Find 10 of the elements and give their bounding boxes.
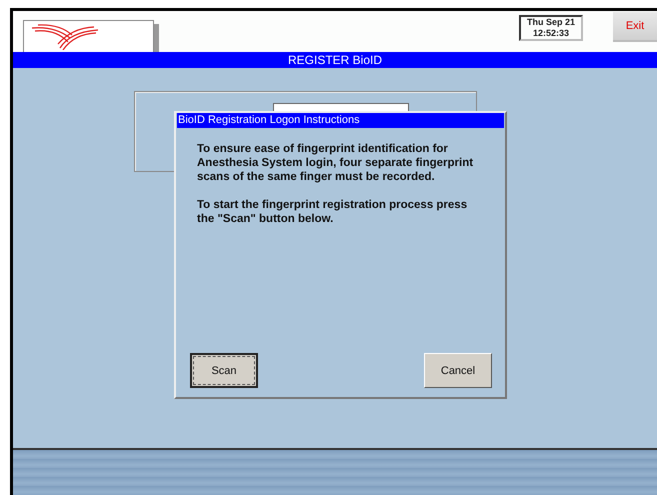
date-text: Thu Sep 21 — [526, 17, 575, 28]
swoosh-logo-icon — [30, 24, 100, 50]
screen-title: REGISTER BioID — [288, 53, 382, 67]
exit-button[interactable]: Exit — [613, 12, 657, 40]
dialog-title: BioID Registration Logon Instructions — [177, 113, 504, 128]
instruction-text: To start the fingerprint registration process press the "Scan" button below. — [197, 198, 468, 226]
scan-button[interactable]: Scan — [190, 353, 258, 388]
cancel-button[interactable]: Cancel — [424, 353, 492, 388]
instruction-text: To ensure ease of fingerprint identification for Anesthesia System login, four separate fingerprint scans of the same finger must be recorded. — [197, 142, 474, 184]
time-text: 12:52:33 — [532, 28, 570, 39]
